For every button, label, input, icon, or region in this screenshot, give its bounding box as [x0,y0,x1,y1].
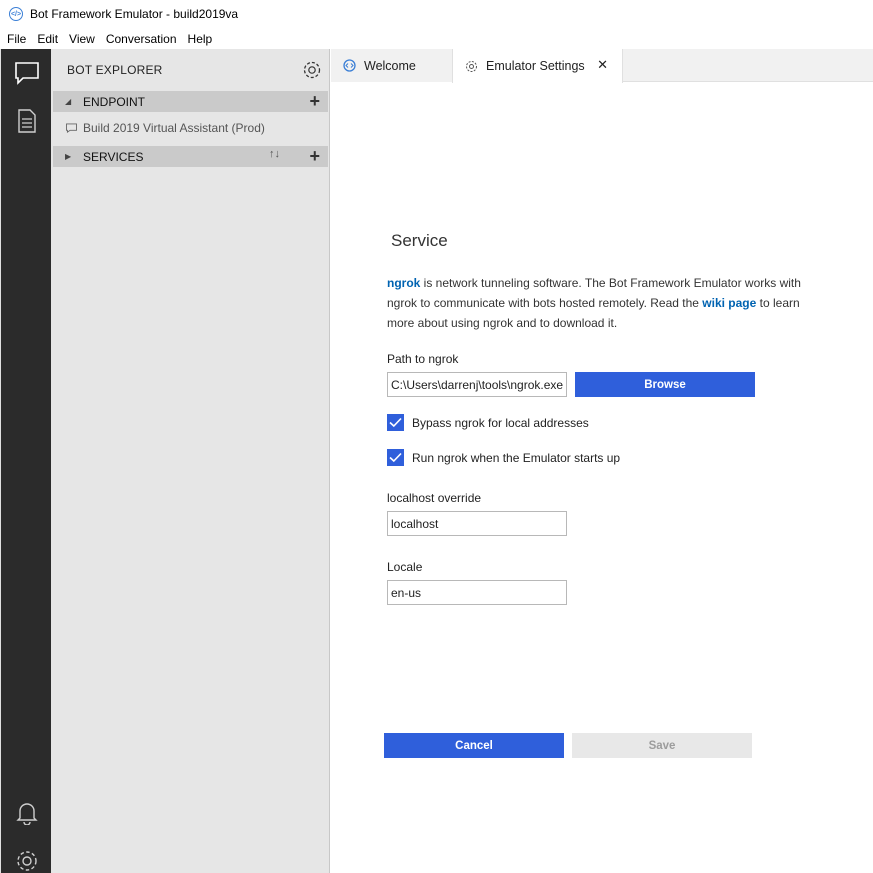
tab-settings-label: Emulator Settings [486,59,585,73]
title-bar: </> Bot Framework Emulator - build2019va [0,0,873,28]
app-logo-icon: </> [9,7,23,21]
menu-file[interactable]: File [3,32,30,46]
document-icon[interactable] [1,101,52,141]
chat-icon[interactable] [1,53,52,93]
menu-bar: File Edit View Conversation Help [0,28,873,49]
locale-input[interactable] [387,580,567,605]
caret-right-icon: ▶ [65,152,72,161]
explorer-header: BOT EXPLORER [51,49,330,91]
menu-help[interactable]: Help [184,32,217,46]
gear-icon[interactable] [1,841,52,873]
close-tab-icon[interactable]: ✕ [597,57,608,73]
locale-label: Locale [387,560,423,574]
sort-arrows-icon[interactable]: ↑↓ [269,148,280,160]
activity-bar [0,49,51,873]
endpoint-list-item[interactable]: Build 2019 Virtual Assistant (Prod) [65,119,265,137]
localhost-override-input[interactable] [387,511,567,536]
path-to-ngrok-input[interactable] [387,372,567,397]
endpoint-section-header[interactable]: ◢ ENDPOINT + [53,91,328,112]
browse-button[interactable]: Browse [575,372,755,397]
add-service-plus-icon[interactable]: + [309,147,320,165]
services-section-header[interactable]: ▶ SERVICES ↑↓ + [53,146,328,167]
tab-emulator-settings[interactable]: Emulator Settings ✕ [452,49,623,83]
ngrok-description: ngrok is network tunneling software. The… [387,273,827,333]
cancel-button[interactable]: Cancel [384,733,564,758]
menu-conversation[interactable]: Conversation [102,32,181,46]
section-heading: Service [391,231,448,250]
menu-view[interactable]: View [65,32,99,46]
endpoint-section-label: ENDPOINT [83,94,146,109]
menu-edit[interactable]: Edit [33,32,62,46]
bot-explorer-panel: BOT EXPLORER ◢ ENDPOINT + Build 2019 Vir… [51,49,330,873]
run-ngrok-label: Run ngrok when the Emulator starts up [412,450,621,465]
bell-icon[interactable] [1,793,52,833]
explorer-title: BOT EXPLORER [67,63,163,77]
settings-content: Service ngrok is network tunneling softw… [331,83,873,873]
path-to-ngrok-label: Path to ngrok [387,352,459,366]
services-section-label: SERVICES [83,149,144,164]
ngrok-link[interactable]: ngrok [387,276,420,290]
emulator-logo-icon [343,59,356,72]
run-ngrok-checkbox[interactable] [387,449,404,466]
run-ngrok-checkbox-row[interactable]: Run ngrok when the Emulator starts up [387,449,620,466]
bypass-ngrok-label: Bypass ngrok for local addresses [412,415,589,430]
bypass-ngrok-checkbox[interactable] [387,414,404,431]
chat-bubble-icon [66,123,77,133]
caret-down-icon: ◢ [65,97,72,106]
wiki-page-link[interactable]: wiki page [702,296,756,310]
checkmark-icon [389,452,402,463]
window-title: Bot Framework Emulator - build2019va [30,7,239,21]
add-endpoint-plus-icon[interactable]: + [309,92,320,110]
tab-welcome-label: Welcome [364,58,416,73]
tab-strip: Welcome Emulator Settings ✕ [331,49,873,83]
save-button[interactable]: Save [572,733,752,758]
localhost-override-label: localhost override [387,491,482,505]
tab-welcome[interactable]: Welcome [331,49,452,82]
bypass-ngrok-checkbox-row[interactable]: Bypass ngrok for local addresses [387,414,589,431]
explorer-settings-gear-icon[interactable] [302,60,322,80]
endpoint-item-label: Build 2019 Virtual Assistant (Prod) [83,121,265,135]
settings-gear-icon [466,60,477,72]
checkmark-icon [389,417,402,428]
